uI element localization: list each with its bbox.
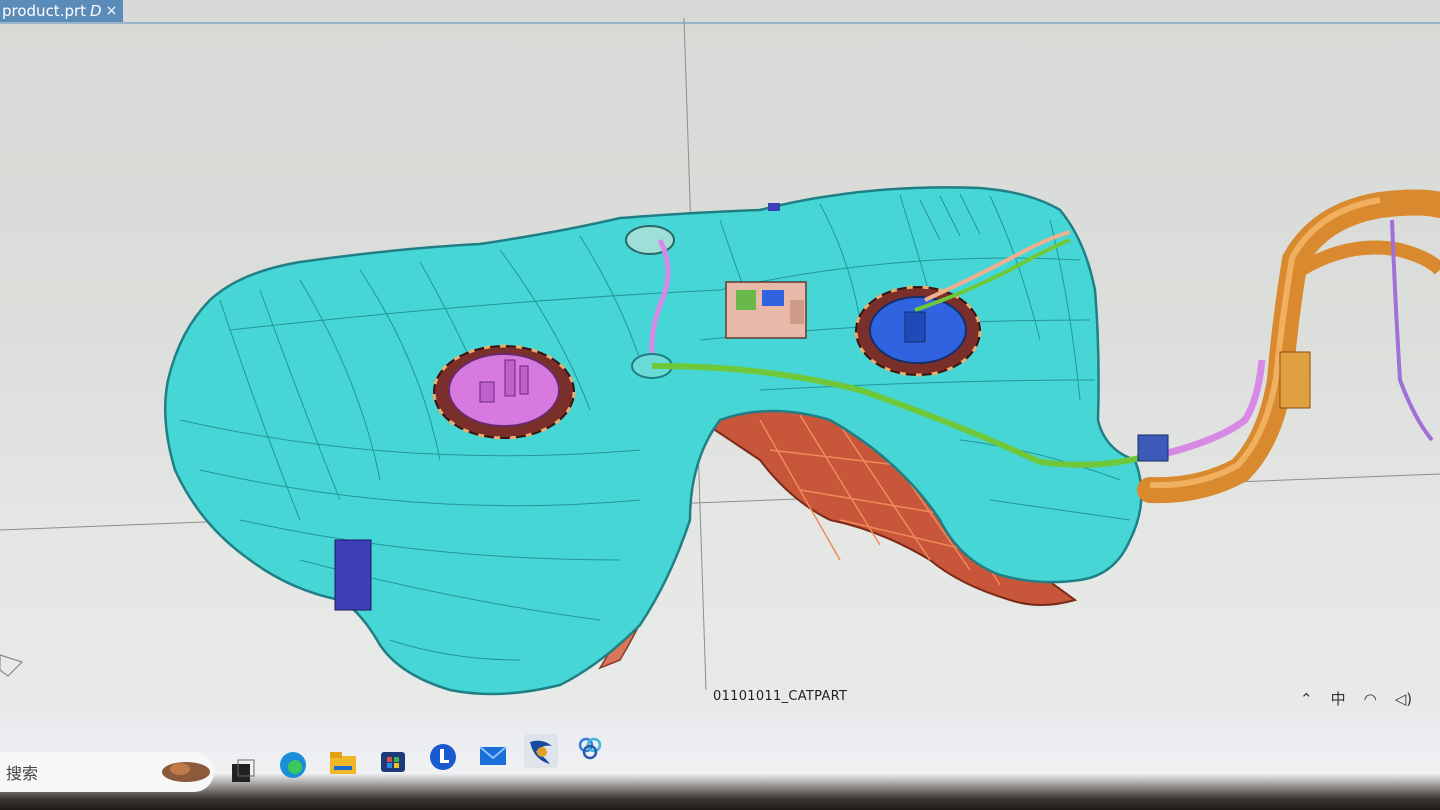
app-circles-icon[interactable]: [575, 734, 605, 764]
tray-ime[interactable]: 中: [1331, 688, 1346, 709]
tray-chevron-icon[interactable]: ⌃: [1300, 690, 1313, 708]
mail-icon[interactable]: [478, 740, 508, 770]
app-l-icon[interactable]: [428, 742, 458, 772]
strap-left: [334, 539, 372, 611]
filler-breather-pipe: [1296, 240, 1440, 277]
store-icon[interactable]: [378, 746, 408, 776]
taskbar: [0, 718, 1440, 810]
monitor-screen: product.prt D × 01101011_CATPART ⌃ 中 ◠ ◁…: [0, 0, 1440, 810]
pump-module-right: [854, 285, 982, 377]
wifi-icon[interactable]: ◠: [1364, 690, 1377, 708]
part-name-label: 01101011_CATPART: [713, 689, 848, 704]
valve-block: [725, 281, 807, 339]
filler-connector: [1137, 434, 1169, 462]
task-view-icon[interactable]: [228, 758, 258, 788]
filler-bracket: [1279, 351, 1311, 409]
strap-top-marker: [768, 203, 780, 211]
weather-icon[interactable]: [160, 755, 212, 785]
catia-icon[interactable]: [524, 734, 558, 768]
pump-module-left: [432, 344, 576, 440]
system-tray: ⌃ 中 ◠ ◁): [1300, 688, 1412, 709]
vent-cap: [625, 225, 675, 255]
volume-icon[interactable]: ◁): [1395, 690, 1412, 708]
search-label: 搜索: [6, 764, 39, 783]
file-explorer-icon[interactable]: [328, 748, 358, 778]
compass-icon: [0, 654, 23, 677]
edge-browser-icon[interactable]: [278, 750, 308, 780]
